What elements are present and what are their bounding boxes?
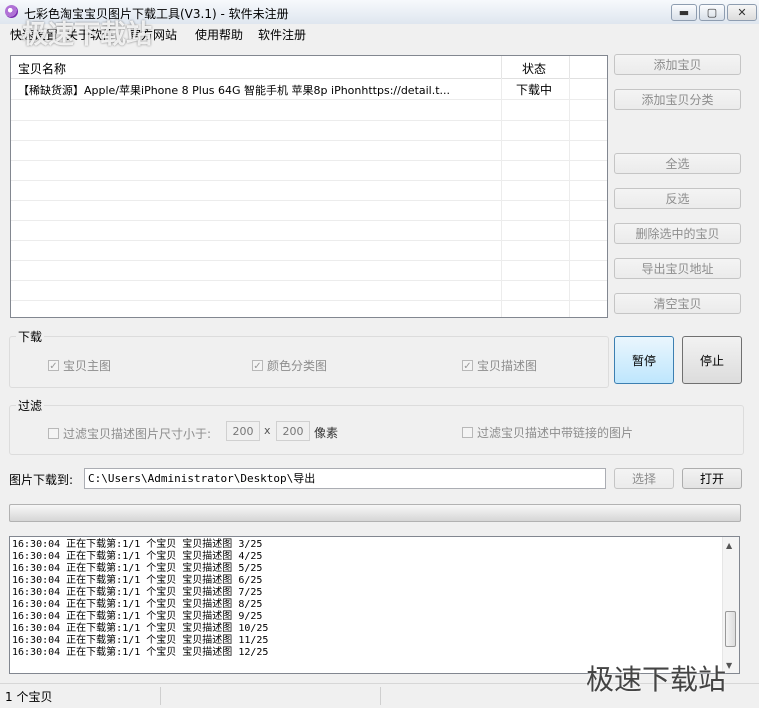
empty-row xyxy=(11,200,607,221)
log-line: 16:30:04 正在下载第:1/1 个宝贝 宝贝描述图 3/25 xyxy=(12,539,263,550)
link-filter-label: 过滤宝贝描述中带链接的图片 xyxy=(477,426,634,440)
close-button[interactable]: ✕ xyxy=(727,4,757,21)
checkbox-box: ✓ xyxy=(48,360,59,372)
empty-row xyxy=(11,160,607,181)
scroll-up-icon[interactable]: ▲ xyxy=(726,541,732,550)
delete-selected-button[interactable]: 删除选中的宝贝 xyxy=(614,223,741,244)
size-filter-label: 过滤宝贝描述图片尺寸小于: xyxy=(63,427,212,441)
watermark-bottom: 极速下载站 xyxy=(586,663,727,696)
log-line: 16:30:04 正在下载第:1/1 个宝贝 宝贝描述图 11/25 xyxy=(12,635,269,646)
color-images-label: 颜色分类图 xyxy=(267,359,328,373)
item-count-status: 1 个宝贝 xyxy=(5,690,53,704)
filter-group-label: 过滤 xyxy=(16,397,45,414)
unit-label: 像素 xyxy=(314,426,339,440)
maximize-button[interactable]: ▢ xyxy=(699,4,725,21)
checkbox-box xyxy=(48,428,59,439)
log-line: 16:30:04 正在下载第:1/1 个宝贝 宝贝描述图 7/25 xyxy=(12,587,263,598)
log-line: 16:30:04 正在下载第:1/1 个宝贝 宝贝描述图 5/25 xyxy=(12,563,263,574)
app-icon xyxy=(5,5,18,18)
empty-row xyxy=(11,100,607,121)
table-row[interactable]: 【稀缺货源】Apple/苹果iPhone 8 Plus 64G 智能手机 苹果8… xyxy=(11,79,607,100)
checkbox-box xyxy=(462,427,473,438)
clear-items-button[interactable]: 清空宝贝 xyxy=(614,293,741,314)
size-filter-checkbox[interactable]: 过滤宝贝描述图片尺寸小于: xyxy=(48,425,211,442)
empty-row xyxy=(11,140,607,161)
progress-bar xyxy=(9,504,741,522)
empty-row xyxy=(11,240,607,261)
empty-row xyxy=(11,180,607,201)
log-line: 16:30:04 正在下载第:1/1 个宝贝 宝贝描述图 9/25 xyxy=(12,611,263,622)
min-height-input[interactable]: 200 xyxy=(276,421,310,441)
minimize-button[interactable]: ▬ xyxy=(671,4,697,21)
menu-register[interactable]: 软件注册 xyxy=(258,26,306,43)
list-header: 宝贝名称 状态 xyxy=(11,56,607,79)
save-path-label: 图片下载到: xyxy=(9,473,74,487)
status-divider xyxy=(380,687,381,705)
add-category-button[interactable]: 添加宝贝分类 xyxy=(614,89,741,110)
main-window: 七彩色淘宝宝贝图片下载工具(V3.1) - 软件未注册 ▬ ▢ ✕ 快速设置 关… xyxy=(0,0,759,708)
checkbox-box: ✓ xyxy=(462,360,473,372)
menu-help[interactable]: 使用帮助 xyxy=(195,26,243,43)
empty-row xyxy=(11,260,607,281)
choose-folder-button[interactable]: 选择 xyxy=(614,468,674,489)
download-group: 下载 ✓ 宝贝主图 ✓ 颜色分类图 ✓ 宝贝描述图 xyxy=(9,328,609,388)
add-item-button[interactable]: 添加宝贝 xyxy=(614,54,741,75)
item-list[interactable]: 宝贝名称 状态 【稀缺货源】Apple/苹果iPhone 8 Plus 64G … xyxy=(10,55,608,318)
desc-images-label: 宝贝描述图 xyxy=(477,359,538,373)
link-filter-checkbox[interactable]: 过滤宝贝描述中带链接的图片 xyxy=(462,424,633,441)
log-box[interactable]: 16:30:04 正在下载第:1/1 个宝贝 宝贝描述图 3/25 16:30:… xyxy=(9,536,740,674)
min-width-input[interactable]: 200 xyxy=(226,421,260,441)
download-group-label: 下载 xyxy=(16,328,45,345)
checkbox-box: ✓ xyxy=(252,360,263,372)
pause-button[interactable]: 暂停 xyxy=(614,336,674,384)
save-path-input[interactable]: C:\Users\Administrator\Desktop\导出 xyxy=(84,468,606,489)
item-name: 【稀缺货源】Apple/苹果iPhone 8 Plus 64G 智能手机 苹果8… xyxy=(18,84,451,97)
invert-selection-button[interactable]: 反选 xyxy=(614,188,741,209)
watermark-top: 极速下载站 xyxy=(22,20,153,50)
status-divider xyxy=(160,687,161,705)
log-line: 16:30:04 正在下载第:1/1 个宝贝 宝贝描述图 8/25 xyxy=(12,599,263,610)
column-divider[interactable] xyxy=(569,56,570,78)
export-urls-button[interactable]: 导出宝贝地址 xyxy=(614,258,741,279)
stop-button[interactable]: 停止 xyxy=(682,336,742,384)
column-header-status[interactable]: 状态 xyxy=(522,60,546,77)
column-divider[interactable] xyxy=(501,56,502,78)
empty-row xyxy=(11,280,607,301)
main-images-label: 宝贝主图 xyxy=(63,359,112,373)
log-line: 16:30:04 正在下载第:1/1 个宝贝 宝贝描述图 10/25 xyxy=(12,623,269,634)
filter-group: 过滤 过滤宝贝描述图片尺寸小于: 200 x 200 像素 过滤宝贝描述中带链接… xyxy=(9,397,744,455)
item-status: 下载中 xyxy=(516,83,553,97)
select-all-button[interactable]: 全选 xyxy=(614,153,741,174)
log-line: 16:30:04 正在下载第:1/1 个宝贝 宝贝描述图 4/25 xyxy=(12,551,263,562)
log-line: 16:30:04 正在下载第:1/1 个宝贝 宝贝描述图 6/25 xyxy=(12,575,263,586)
column-header-name[interactable]: 宝贝名称 xyxy=(18,60,66,77)
desc-images-checkbox[interactable]: ✓ 宝贝描述图 xyxy=(462,357,537,374)
log-scrollbar[interactable]: ▲ ▼ xyxy=(722,537,739,673)
empty-row xyxy=(11,120,607,141)
times-sign: x xyxy=(264,424,271,437)
log-line: 16:30:04 正在下载第:1/1 个宝贝 宝贝描述图 12/25 xyxy=(12,647,269,658)
main-images-checkbox[interactable]: ✓ 宝贝主图 xyxy=(48,357,111,374)
scroll-down-icon[interactable]: ▼ xyxy=(726,661,732,670)
open-folder-button[interactable]: 打开 xyxy=(682,468,742,489)
empty-row xyxy=(11,220,607,241)
color-images-checkbox[interactable]: ✓ 颜色分类图 xyxy=(252,357,327,374)
scroll-thumb[interactable] xyxy=(725,611,736,647)
